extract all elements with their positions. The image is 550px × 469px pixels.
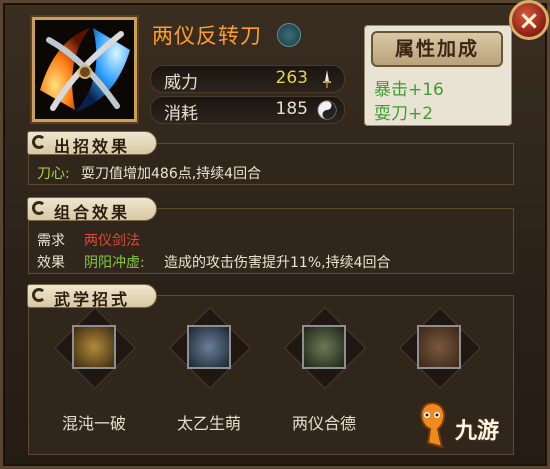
- move-slot-4[interactable]: [398, 306, 482, 390]
- attr-line-blade: 耍刀+2: [374, 104, 434, 124]
- attribute-bonus-box: 属性加成 暴击+16 耍刀+2: [364, 25, 512, 126]
- scroll-curl-icon: [32, 288, 46, 302]
- attribute-bonus-button[interactable]: 属性加成: [371, 31, 503, 67]
- yin-yang-icon: [317, 100, 337, 120]
- close-icon: ×: [518, 6, 540, 36]
- move-slot-3[interactable]: [283, 306, 367, 390]
- power-label: 威力: [164, 73, 198, 93]
- effect-text: 耍刀值增加486点,持续4回合: [81, 166, 262, 182]
- skill-detail-panel: × 两仪反转刀 威力 263 消耗 185 属性加成 暴击+16 耍刀+2 刀心…: [0, 0, 550, 469]
- scroll-curl-icon: [32, 201, 46, 215]
- combo-effect-text: 造成的攻击伤害提升11%,持续4回合: [164, 255, 391, 271]
- move-name-2: 太乙生萌: [176, 414, 241, 433]
- locked-seal-icon: [417, 325, 461, 369]
- effect-banner: 出招效果: [27, 131, 157, 156]
- move-name-1: 混沌一破: [61, 414, 126, 433]
- move-slot-2[interactable]: [168, 306, 252, 390]
- watermark-logo: 九游: [410, 395, 545, 455]
- power-stat: 威力 263: [150, 65, 345, 93]
- attr-line-crit: 暴击+16: [374, 80, 444, 100]
- combo-title: 组合效果: [54, 203, 131, 222]
- dual-fighter-icon: [302, 325, 346, 369]
- watermark-text: 九游: [455, 419, 500, 444]
- requirement-value: 两仪剑法: [84, 233, 140, 249]
- cost-value: 185: [275, 99, 308, 119]
- skill-name: 两仪反转刀: [152, 24, 262, 48]
- cost-label: 消耗: [164, 104, 198, 124]
- close-button[interactable]: ×: [509, 0, 549, 40]
- mascot-icon: [420, 401, 446, 449]
- requirement-label: 需求: [37, 233, 65, 249]
- effect-tag: 刀心:: [37, 166, 70, 182]
- cost-stat: 消耗 185: [150, 96, 345, 124]
- combo-effect-name: 阴阳冲虚:: [84, 255, 145, 271]
- power-value: 263: [275, 68, 308, 88]
- skill-icon: [32, 17, 137, 122]
- sword-icon: [323, 70, 331, 88]
- move-name-3: 两仪合德: [291, 414, 356, 433]
- crossed-blades-fire-ice-icon: [35, 20, 134, 119]
- feather-icon: [277, 23, 301, 47]
- combo-effect-label: 效果: [37, 255, 65, 271]
- leaping-figure-icon: [187, 325, 231, 369]
- scroll-curl-icon: [32, 135, 46, 149]
- moves-banner: 武学招式: [27, 284, 157, 309]
- combo-banner: 组合效果: [27, 197, 157, 222]
- move-slot-1[interactable]: [53, 306, 137, 390]
- effect-title: 出招效果: [54, 137, 131, 156]
- chaos-burst-icon: [72, 325, 116, 369]
